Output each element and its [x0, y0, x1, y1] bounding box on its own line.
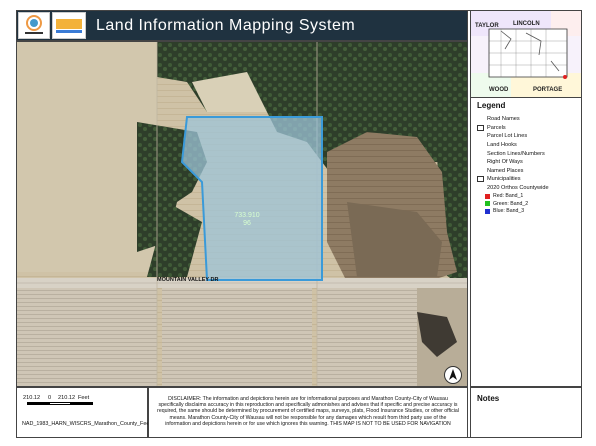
scale-bar [27, 402, 115, 405]
legend-band-item: Red: Band_1 [485, 192, 575, 200]
legend-panel: Legend Road Names Parcels Parcel Lot Lin… [470, 97, 582, 387]
legend-label: Municipalities [487, 176, 521, 183]
legend-item: Section Lines/Numbers [477, 149, 575, 158]
legend-band-item: Green: Band_2 [485, 200, 575, 208]
band-blue-swatch [485, 208, 490, 214]
legend-symbol-none [477, 168, 484, 174]
parcel-label-line1: 733.910 [234, 212, 259, 219]
scale-segment [71, 402, 93, 405]
legend-label: Parcel Lot Lines [487, 133, 528, 140]
legend-band-label: Green: Band_2 [493, 200, 529, 207]
legend-symbol-none [477, 185, 484, 191]
wausau-logo [52, 12, 86, 39]
locator-label-taylor: TAYLOR [475, 23, 499, 29]
legend-symbol-box [477, 124, 484, 131]
notes-panel: Notes [470, 387, 582, 438]
marathon-county-logo [18, 12, 50, 39]
north-arrow-icon [444, 366, 462, 384]
legend-band-label: Red: Band_1 [493, 193, 524, 200]
page-title: Land Information Mapping System [96, 17, 356, 34]
legend-symbol-none [477, 151, 484, 157]
legend-symbol-none [477, 133, 484, 139]
legend-symbol-none [477, 116, 484, 122]
legend-band-label: Blue: Band_3 [493, 208, 525, 215]
legend-label: Right Of Ways [487, 159, 523, 166]
legend-item: Municipalities [477, 175, 575, 184]
scale-right-label: 210.12 [58, 395, 76, 401]
scale-segment [27, 402, 49, 405]
notes-title: Notes [477, 394, 500, 403]
locator-label-lincoln: LINCOLN [513, 21, 540, 27]
legend-item: Land Hooks [477, 141, 575, 150]
band-green-swatch [485, 201, 490, 207]
legend-symbol-box [477, 176, 484, 183]
scale-mid-label: 0 [48, 395, 52, 401]
legend-band-list: Red: Band_1 Green: Band_2 Blue: Band_3 [485, 192, 575, 215]
locator-label-portage: PORTAGE [533, 87, 562, 93]
projection-label: NAD_1983_HARN_WISCRS_Marathon_County_Fee… [22, 421, 151, 427]
legend-title: Legend [477, 101, 506, 110]
scale-box: 210.12 0 210.12 Feet NAD_1983_HARN_WISCR… [16, 387, 151, 438]
parcel-label-line2: 96 [243, 220, 251, 227]
locator-label-wood: WOOD [489, 87, 509, 93]
legend-label: Section Lines/Numbers [487, 150, 545, 157]
legend-item: Parcel Lot Lines [477, 132, 575, 141]
legend-label: Road Names [487, 116, 520, 123]
legend-label: Parcels [487, 124, 506, 131]
band-red-swatch [485, 193, 490, 199]
disclaimer-text: DISCLAIMER: The information and depictio… [148, 387, 468, 438]
legend-item: Named Places [477, 167, 575, 176]
legend-item: Parcels [477, 124, 575, 133]
legend-symbol-none [477, 159, 484, 165]
locator-svg: TAYLOR LINCOLN WOOD PORTAGE [471, 11, 581, 97]
scale-units-label: Feet [78, 395, 90, 401]
aerial-map: 733.910 96 MOUNTAIN VALLEY DR [17, 42, 467, 386]
scale-left-label: 210.12 [23, 395, 41, 401]
legend-item: Road Names [477, 115, 575, 124]
legend-band-item: Blue: Band_3 [485, 208, 575, 216]
legend-label: Land Hooks [487, 142, 517, 149]
main-map[interactable]: 733.910 96 MOUNTAIN VALLEY DR [16, 41, 468, 387]
locator-marker-icon [563, 75, 567, 79]
legend-symbol-none [477, 142, 484, 148]
legend-label: Named Places [487, 167, 524, 174]
locator-map[interactable]: TAYLOR LINCOLN WOOD PORTAGE [470, 10, 582, 98]
road-label: MOUNTAIN VALLEY DR [157, 277, 218, 283]
legend-item: 2020 Orthos Countywide [477, 184, 575, 193]
scale-segment [49, 402, 71, 405]
legend-item: Right Of Ways [477, 158, 575, 167]
legend-label: 2020 Orthos Countywide [487, 185, 549, 192]
